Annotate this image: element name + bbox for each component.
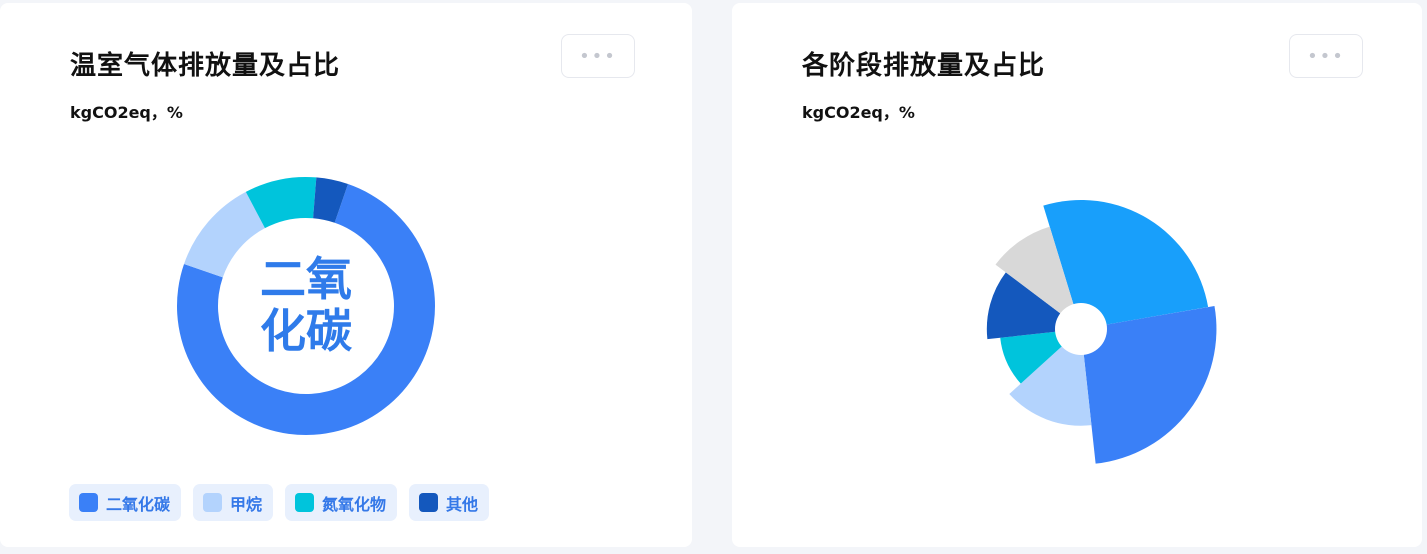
ghg-emissions-card: 温室气体排放量及占比 kgCO2eq，% ••• 二氧 化碳 二氧化碳 甲烷 氮…	[0, 3, 692, 547]
legend-item-methane[interactable]: 甲烷	[193, 484, 274, 521]
stage-emissions-card: 各阶段排放量及占比 kgCO2eq，% •••	[732, 3, 1422, 547]
donut-center-label: 化碳	[260, 304, 353, 358]
rose-center-hole	[1055, 303, 1107, 355]
legend-swatch	[419, 493, 439, 512]
ghg-donut-chart: 二氧 化碳	[176, 177, 435, 435]
legend-label: 氮氧化物	[322, 494, 387, 514]
legend-swatch	[79, 493, 98, 512]
donut-center-label: 二氧	[260, 252, 352, 306]
legend-swatch	[203, 493, 223, 512]
legend-item-nitrogen-oxides[interactable]: 氮氧化物	[285, 484, 398, 521]
legend-label: 甲烷	[230, 494, 263, 514]
legend-label: 其他	[446, 494, 479, 514]
legend-label: 二氧化碳	[106, 494, 171, 514]
stage-rose-chart	[986, 200, 1217, 464]
legend-item-co2[interactable]: 二氧化碳	[69, 484, 182, 521]
legend-item-other[interactable]: 其他	[409, 484, 490, 521]
chart-legend: 二氧化碳 甲烷 氮氧化物 其他	[69, 484, 490, 521]
legend-swatch	[295, 493, 315, 512]
